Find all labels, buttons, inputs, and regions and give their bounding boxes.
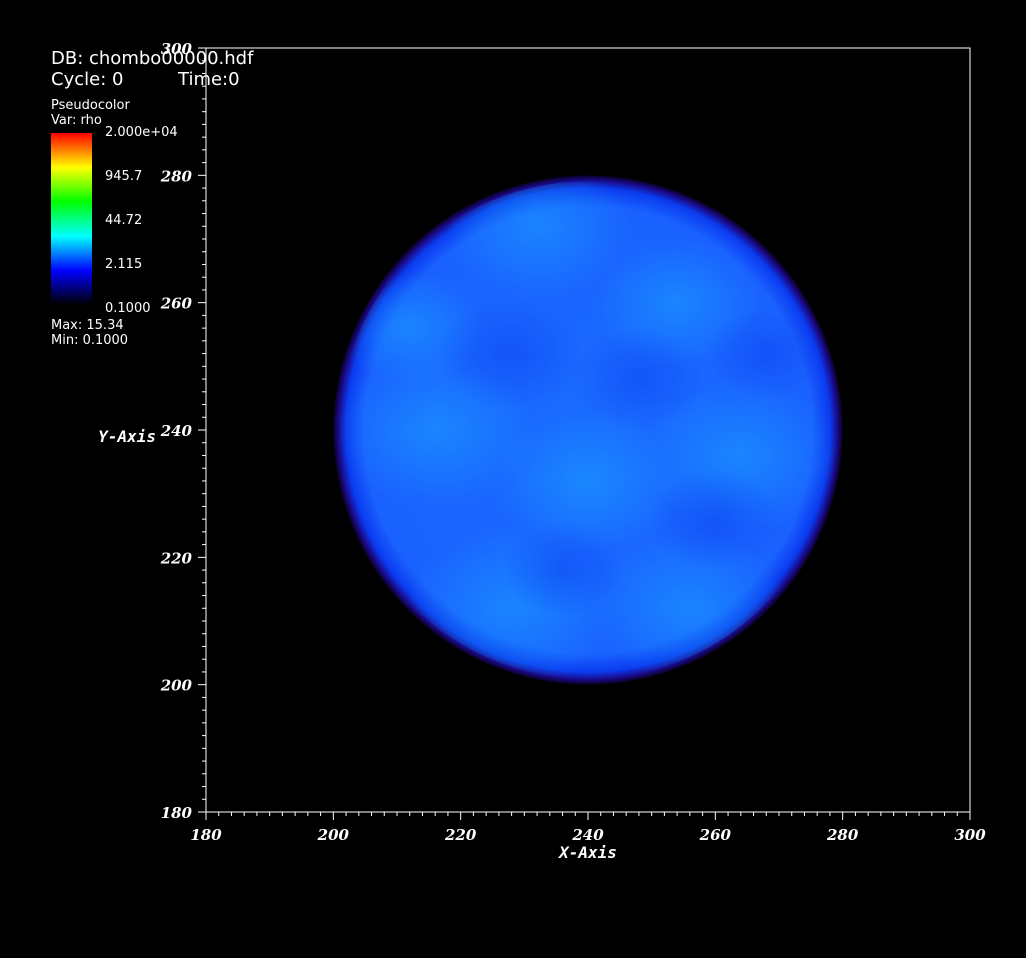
plot-area: 180 200 220 240 260 280 300 180 200 220 240 260 280 3… — [98, 40, 986, 862]
x-tick-label: 280 — [826, 826, 859, 844]
density-region — [502, 524, 623, 616]
x-tick-label: 300 — [954, 826, 986, 844]
density-region — [706, 307, 826, 400]
y-tick-label: 220 — [160, 549, 193, 567]
x-tick-label: 240 — [571, 826, 604, 844]
x-tick-label: 260 — [699, 826, 732, 844]
y-tick-label: 280 — [160, 167, 193, 185]
y-tick-label: 180 — [161, 804, 193, 822]
x-tick-label: 200 — [317, 826, 350, 844]
density-region — [649, 468, 782, 571]
x-axis-label: X-Axis — [557, 843, 617, 862]
density-region — [572, 328, 706, 431]
y-tick-label: 200 — [160, 677, 193, 695]
y-tick-label: 240 — [160, 422, 193, 440]
x-tick-label: 180 — [190, 826, 222, 844]
y-axis-label: Y-Axis — [98, 427, 156, 446]
y-tick-label: 300 — [161, 40, 193, 58]
density-field — [333, 175, 843, 685]
density-region — [438, 297, 585, 410]
x-tick-label: 220 — [444, 826, 477, 844]
y-tick-label: 260 — [160, 295, 193, 313]
